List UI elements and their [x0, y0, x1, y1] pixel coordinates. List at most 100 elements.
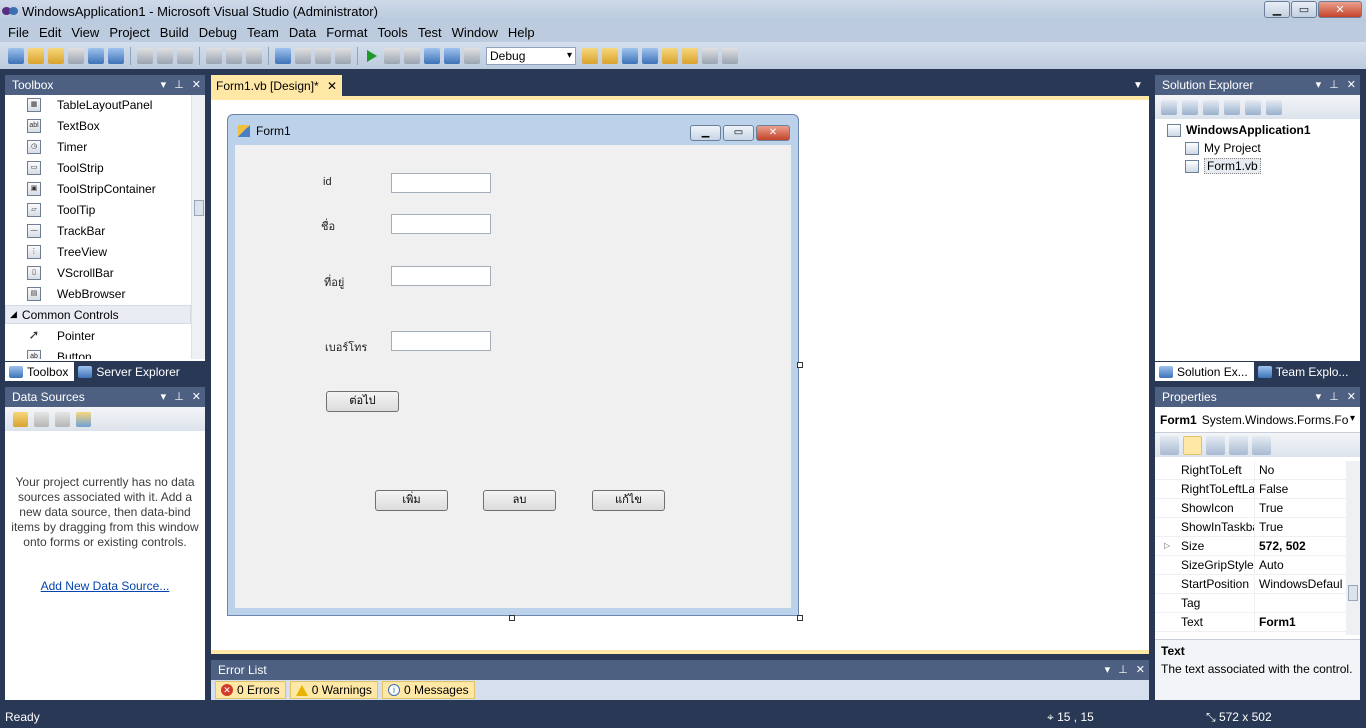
properties-scrollbar[interactable] [1346, 461, 1360, 635]
toolbox-scrollbar[interactable] [191, 95, 205, 359]
extension-manager-icon[interactable] [702, 47, 718, 64]
edit-button[interactable]: แก้ไข [592, 490, 665, 511]
events-icon[interactable] [1229, 435, 1248, 455]
menu-build[interactable]: Build [155, 25, 194, 40]
menu-view[interactable]: View [66, 25, 104, 40]
find-icon[interactable] [206, 47, 222, 64]
delete-button[interactable]: ลบ [483, 490, 556, 511]
property-row[interactable]: ▷ Size 572, 502 [1155, 537, 1346, 556]
pin-icon[interactable]: ⊥ [1329, 390, 1339, 403]
tree-item-form1[interactable]: Form1.vb [1155, 157, 1360, 175]
alphabetical-icon[interactable] [1183, 435, 1202, 455]
menu-data[interactable]: Data [284, 25, 321, 40]
toolbox-item[interactable]: ▱ ToolTip [5, 199, 191, 220]
errors-filter-button[interactable]: ✕ 0 Errors [215, 681, 286, 699]
property-row[interactable]: SizeGripStyle Auto [1155, 556, 1346, 575]
start-page-icon[interactable] [682, 47, 698, 64]
minimize-button[interactable]: ▁ [1264, 1, 1290, 18]
close-icon[interactable]: ✕ [1136, 663, 1145, 676]
categorized-icon[interactable] [1160, 435, 1179, 455]
properties-view-icon[interactable] [1206, 435, 1225, 455]
object-selector[interactable]: Form1 System.Windows.Forms.Fo ▾ [1155, 407, 1360, 433]
toolbox-item[interactable]: ▭ ToolStrip [5, 157, 191, 178]
add-new-data-source-link[interactable]: Add New Data Source... [5, 579, 205, 593]
tab-server-explorer[interactable]: Server Explorer [74, 362, 185, 381]
menu-file[interactable]: File [3, 25, 34, 40]
document-list-icon[interactable]: ▼ [1133, 80, 1143, 91]
property-row[interactable]: Tag [1155, 594, 1346, 613]
window-position-icon[interactable]: ▾ [1316, 78, 1322, 91]
toolbox-icon[interactable] [662, 47, 678, 64]
property-row[interactable]: Text Form1 [1155, 613, 1346, 632]
phone-label[interactable]: เบอร์โทร [325, 338, 367, 356]
scrollbar-thumb[interactable] [194, 200, 204, 216]
view-designer-icon[interactable] [1245, 99, 1261, 115]
step-over-icon[interactable] [444, 47, 460, 64]
add-new-item-icon[interactable] [68, 47, 84, 64]
properties-icon[interactable] [1161, 99, 1177, 115]
paste-icon[interactable] [177, 47, 193, 64]
step-out-icon[interactable] [464, 47, 480, 64]
address-label[interactable]: ที่อยู่ [324, 273, 344, 291]
find-in-files-icon[interactable] [582, 47, 598, 64]
property-row[interactable]: ShowIcon True [1155, 499, 1346, 518]
property-row[interactable]: RightToLeft No [1155, 461, 1346, 480]
property-value[interactable]: Auto [1255, 556, 1346, 574]
pin-icon[interactable]: ⊥ [1329, 78, 1339, 91]
property-row[interactable]: StartPosition WindowsDefaul [1155, 575, 1346, 594]
edit-dataset-icon[interactable] [34, 411, 49, 427]
name-textbox[interactable] [391, 214, 491, 234]
property-value[interactable]: Form1 [1255, 613, 1346, 631]
property-pages-icon[interactable] [1252, 435, 1271, 455]
resize-handle[interactable] [797, 362, 803, 368]
add-data-source-icon[interactable] [13, 411, 28, 427]
phone-textbox[interactable] [391, 331, 491, 351]
menu-test[interactable]: Test [413, 25, 447, 40]
pin-icon[interactable]: ⊥ [174, 390, 184, 403]
toolbox-group-common-controls[interactable]: ◢ Common Controls [5, 305, 191, 324]
refresh-icon[interactable] [1203, 99, 1219, 115]
pin-icon[interactable]: ⊥ [1118, 663, 1128, 676]
open-file-icon[interactable] [48, 47, 64, 64]
toolbox-item[interactable]: ▦ TableLayoutPanel [5, 95, 191, 115]
window-position-icon[interactable]: ▾ [161, 78, 167, 91]
address-textbox[interactable] [391, 266, 491, 286]
close-icon[interactable]: ✕ [192, 390, 201, 403]
new-project-icon[interactable] [8, 47, 24, 64]
designer-form[interactable]: Form1 ▁ ▭ ✕ id ชื่อ ที่อยู่ เบอร์โทร ต่อ… [227, 114, 799, 616]
close-button[interactable]: ✕ [1318, 1, 1362, 18]
view-code-icon[interactable] [1224, 99, 1240, 115]
toolbox-item[interactable]: ▯ VScrollBar [5, 262, 191, 283]
property-value[interactable]: 572, 502 [1255, 537, 1346, 555]
next-button[interactable]: ต่อไป [326, 391, 399, 412]
close-tab-icon[interactable]: ✕ [327, 79, 337, 93]
warnings-filter-button[interactable]: 0 Warnings [289, 681, 378, 699]
toolbox-item[interactable]: ➚ Pointer [5, 325, 191, 346]
start-debugging-icon[interactable] [367, 49, 377, 62]
class-diagram-icon[interactable] [1266, 99, 1282, 115]
window-position-icon[interactable]: ▾ [161, 390, 167, 403]
tree-item-my-project[interactable]: My Project [1155, 139, 1360, 157]
tab-toolbox[interactable]: Toolbox [5, 362, 75, 381]
properties-window-icon[interactable] [622, 47, 638, 64]
resize-handle[interactable] [797, 615, 803, 621]
uncomment-icon[interactable] [246, 47, 262, 64]
step-into-icon[interactable] [424, 47, 440, 64]
tree-item-project[interactable]: WindowsApplication1 [1155, 121, 1360, 139]
tab-form1-design[interactable]: Form1.vb [Design]* ✕ [211, 75, 342, 96]
refresh-icon[interactable] [76, 411, 91, 427]
tab-team-explorer[interactable]: Team Explo... [1254, 362, 1355, 381]
pin-icon[interactable]: ⊥ [174, 78, 184, 91]
close-icon[interactable]: ✕ [192, 78, 201, 91]
configure-dataset-icon[interactable] [55, 411, 70, 427]
property-value[interactable] [1255, 594, 1346, 612]
toolbox-item[interactable]: ⋮ TreeView [5, 241, 191, 262]
property-row[interactable]: ShowInTaskba True [1155, 518, 1346, 537]
property-value[interactable]: True [1255, 518, 1346, 536]
menu-team[interactable]: Team [242, 25, 284, 40]
form-maximize-button[interactable]: ▭ [723, 125, 754, 141]
property-row[interactable]: RightToLeftLa False [1155, 480, 1346, 499]
toolbox-item[interactable]: abl TextBox [5, 115, 191, 136]
solution-configuration-select[interactable]: Debug [486, 46, 576, 65]
tab-solution-explorer[interactable]: Solution Ex... [1155, 362, 1254, 381]
